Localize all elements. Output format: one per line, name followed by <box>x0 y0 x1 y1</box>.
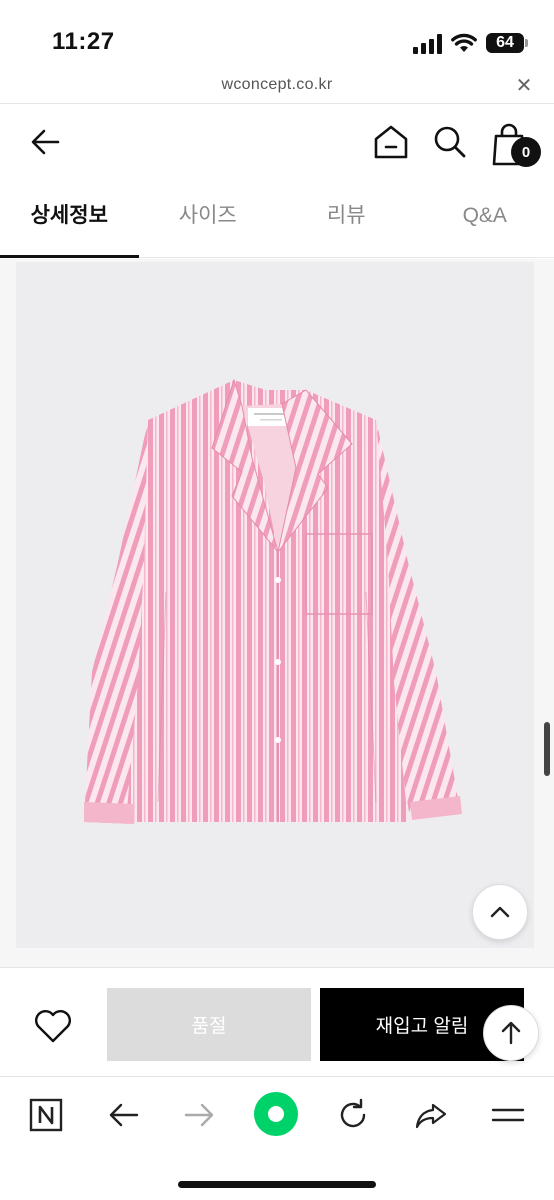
green-dot-icon <box>254 1092 298 1136</box>
tab-size[interactable]: 사이즈 <box>139 186 278 257</box>
browser-forward-icon <box>184 1103 214 1127</box>
tab-details[interactable]: 상세정보 <box>0 186 139 258</box>
browser-url-bar[interactable]: wconcept.co.kr ✕ <box>0 70 554 104</box>
cellular-signal-icon <box>413 34 442 54</box>
page-scrollbar[interactable] <box>544 722 550 776</box>
menu-button[interactable] <box>486 1093 530 1137</box>
share-icon <box>415 1103 447 1129</box>
scroll-top-button[interactable] <box>472 884 528 940</box>
search-icon[interactable] <box>430 122 470 162</box>
naver-home-button[interactable] <box>24 1093 68 1137</box>
soldout-button[interactable]: 품절 <box>107 988 311 1061</box>
product-tabs: 상세정보 사이즈 리뷰 Q&A <box>0 186 554 258</box>
home-icon[interactable] <box>372 121 410 163</box>
naver-n-icon <box>29 1098 63 1132</box>
tab-reviews[interactable]: 리뷰 <box>277 186 416 257</box>
battery-indicator: 64 <box>486 33 524 53</box>
status-time: 11:27 <box>52 28 115 55</box>
share-button[interactable] <box>409 1093 453 1137</box>
home-indicator <box>178 1181 376 1188</box>
wifi-icon <box>451 33 477 52</box>
striped-shirt-illustration <box>16 262 534 948</box>
floating-scroll-up-button[interactable] <box>483 1005 539 1061</box>
browser-back-icon <box>109 1103 139 1127</box>
arrow-up-icon <box>501 1021 521 1045</box>
site-header <box>0 104 554 186</box>
purchase-bar: 품절 재입고 알림 <box>0 967 554 1075</box>
browser-back-button[interactable] <box>101 1093 145 1137</box>
battery-tip <box>525 39 528 47</box>
tab-qna[interactable]: Q&A <box>416 186 554 257</box>
product-image <box>16 262 534 948</box>
close-icon[interactable]: ✕ <box>512 75 536 97</box>
heart-icon[interactable] <box>30 1006 76 1046</box>
refresh-icon <box>340 1098 366 1128</box>
url-text[interactable]: wconcept.co.kr <box>0 76 554 94</box>
green-dot-button[interactable] <box>253 1091 299 1137</box>
browser-forward-button[interactable] <box>178 1093 222 1137</box>
cart-count-badge: 0 <box>511 137 541 167</box>
chevron-up-icon <box>490 906 510 918</box>
refresh-button[interactable] <box>331 1093 375 1137</box>
menu-icon <box>491 1108 525 1122</box>
back-arrow-icon[interactable] <box>26 122 66 162</box>
status-bar: 11:27 64 <box>0 0 554 70</box>
